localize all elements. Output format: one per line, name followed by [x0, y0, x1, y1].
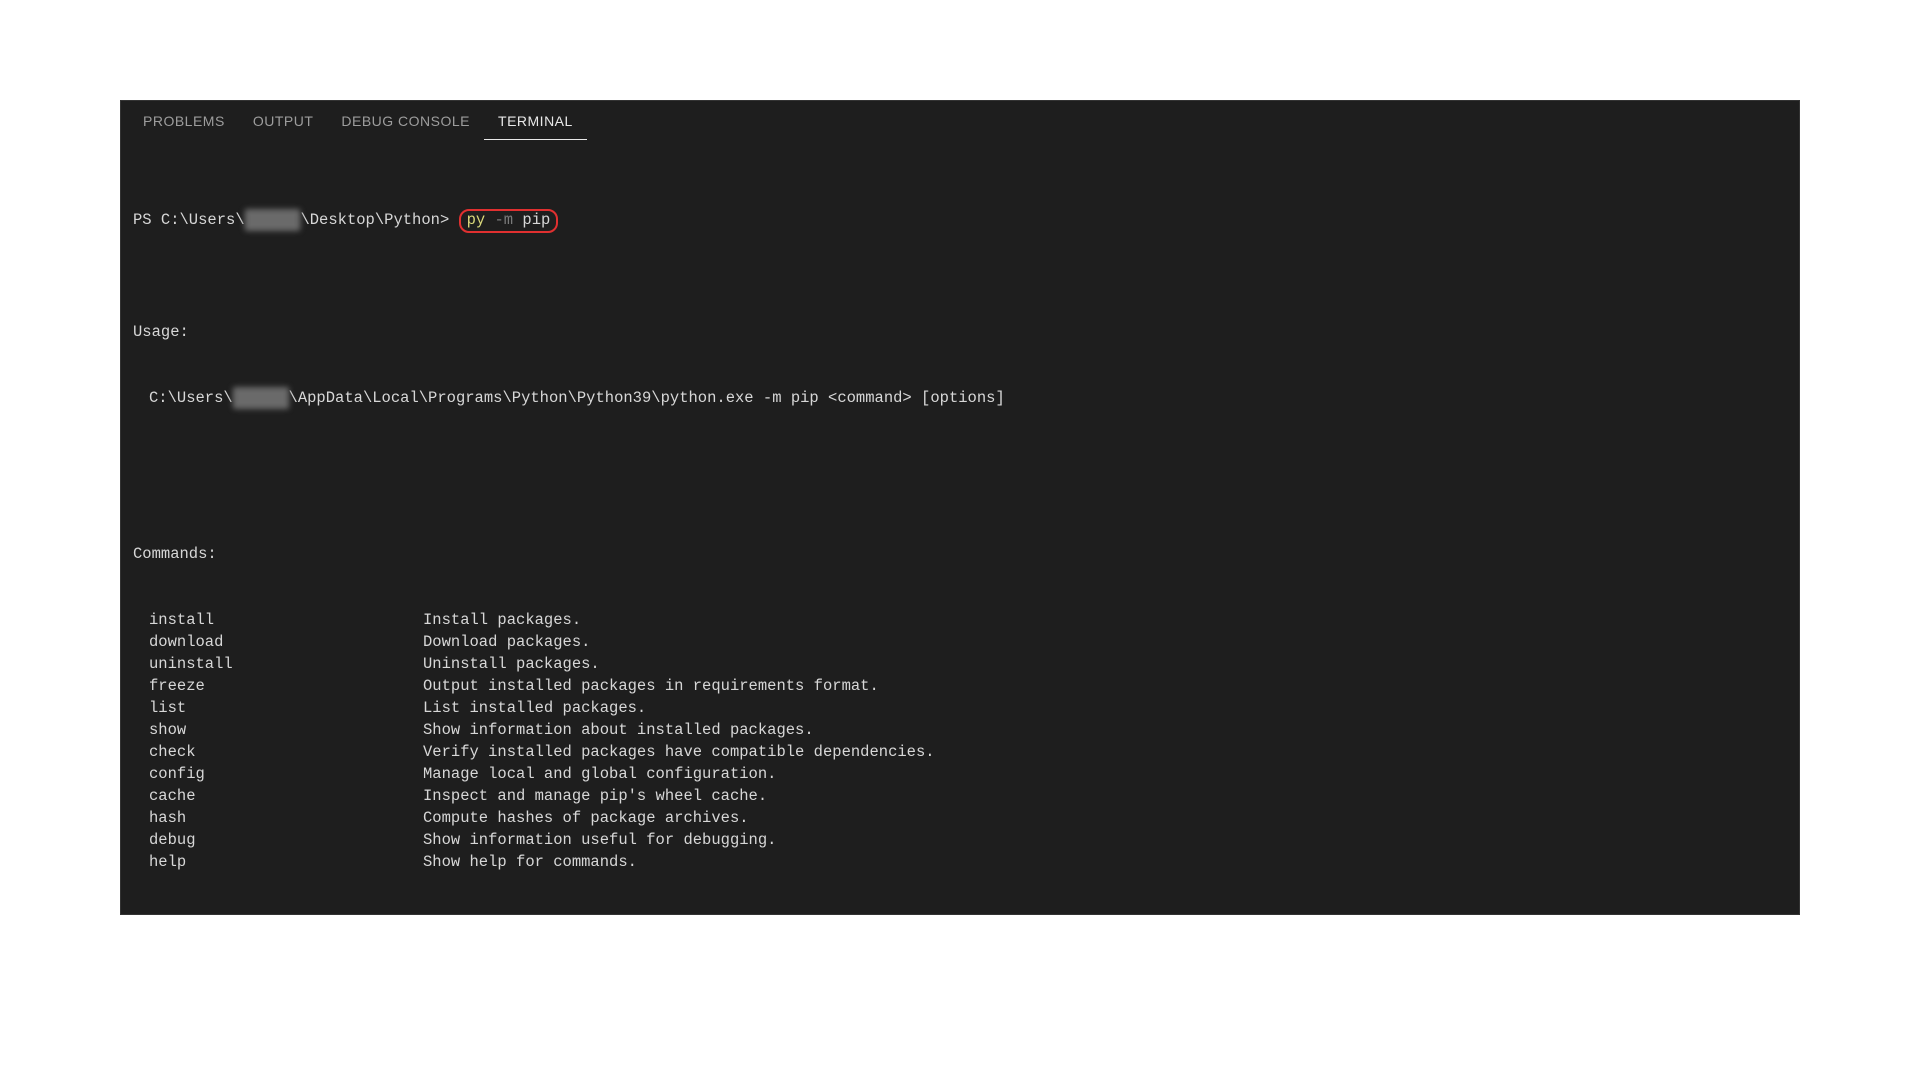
command-row: cacheInspect and manage pip's wheel cach… — [133, 785, 1787, 807]
command-row-name: check — [133, 741, 423, 763]
command-row: uninstallUninstall packages. — [133, 653, 1787, 675]
usage-line: C:\Users\██████\AppData\Local\Programs\P… — [133, 387, 1787, 409]
usage-prefix: C:\Users\ — [149, 389, 233, 407]
command-row-desc: Verify installed packages have compatibl… — [423, 741, 1787, 763]
cmd-m-flag: -m — [485, 211, 522, 229]
prompt-prefix: PS C:\Users\ — [133, 211, 245, 229]
redacted-username: ██████ — [245, 209, 301, 231]
command-row-name: list — [133, 697, 423, 719]
command-row-name: freeze — [133, 675, 423, 697]
terminal-body[interactable]: PS C:\Users\██████\Desktop\Python> py -m… — [121, 141, 1799, 915]
command-row-desc: List installed packages. — [423, 697, 1787, 719]
prompt-line: PS C:\Users\██████\Desktop\Python> py -m… — [133, 209, 1787, 233]
usage-header: Usage: — [133, 321, 1787, 343]
command-row-desc: Install packages. — [423, 609, 1787, 631]
tab-terminal[interactable]: TERMINAL — [484, 103, 587, 140]
command-row: downloadDownload packages. — [133, 631, 1787, 653]
command-row-name: cache — [133, 785, 423, 807]
command-row-desc: Download packages. — [423, 631, 1787, 653]
command-row-desc: Output installed packages in requirement… — [423, 675, 1787, 697]
command-row-desc: Show help for commands. — [423, 851, 1787, 873]
command-row-desc: Show information useful for debugging. — [423, 829, 1787, 851]
panel-tab-bar: PROBLEMS OUTPUT DEBUG CONSOLE TERMINAL — [121, 101, 1799, 141]
terminal-window: PROBLEMS OUTPUT DEBUG CONSOLE TERMINAL P… — [120, 100, 1800, 915]
command-row-desc: Inspect and manage pip's wheel cache. — [423, 785, 1787, 807]
command-row: freezeOutput installed packages in requi… — [133, 675, 1787, 697]
command-row-desc: Uninstall packages. — [423, 653, 1787, 675]
commands-header: Commands: — [133, 543, 1787, 565]
commands-list: installInstall packages.downloadDownload… — [133, 609, 1787, 873]
usage-rest: \AppData\Local\Programs\Python\Python39\… — [289, 389, 1005, 407]
command-row: listList installed packages. — [133, 697, 1787, 719]
prompt-cwd: \Desktop\Python> — [300, 211, 458, 229]
command-row: debugShow information useful for debuggi… — [133, 829, 1787, 851]
cmd-py: py — [467, 211, 486, 229]
command-row-name: uninstall — [133, 653, 423, 675]
command-row-desc: Compute hashes of package archives. — [423, 807, 1787, 829]
command-row: installInstall packages. — [133, 609, 1787, 631]
cmd-pip: pip — [522, 211, 550, 229]
command-row: configManage local and global configurat… — [133, 763, 1787, 785]
command-row-name: download — [133, 631, 423, 653]
redacted-username-2: ██████ — [233, 387, 289, 409]
command-row-name: help — [133, 851, 423, 873]
command-row-name: install — [133, 609, 423, 631]
tab-output[interactable]: OUTPUT — [239, 103, 328, 140]
command-row-desc: Show information about installed package… — [423, 719, 1787, 741]
command-row-name: hash — [133, 807, 423, 829]
command-row-name: config — [133, 763, 423, 785]
command-row-name: debug — [133, 829, 423, 851]
tab-debug-console[interactable]: DEBUG CONSOLE — [327, 103, 484, 140]
command-row-desc: Manage local and global configuration. — [423, 763, 1787, 785]
command-row: helpShow help for commands. — [133, 851, 1787, 873]
command-row: hashCompute hashes of package archives. — [133, 807, 1787, 829]
command-row-name: show — [133, 719, 423, 741]
command-row: checkVerify installed packages have comp… — [133, 741, 1787, 763]
command-row: showShow information about installed pac… — [133, 719, 1787, 741]
tab-problems[interactable]: PROBLEMS — [129, 103, 239, 140]
command-highlight: py -m pip — [459, 209, 559, 233]
